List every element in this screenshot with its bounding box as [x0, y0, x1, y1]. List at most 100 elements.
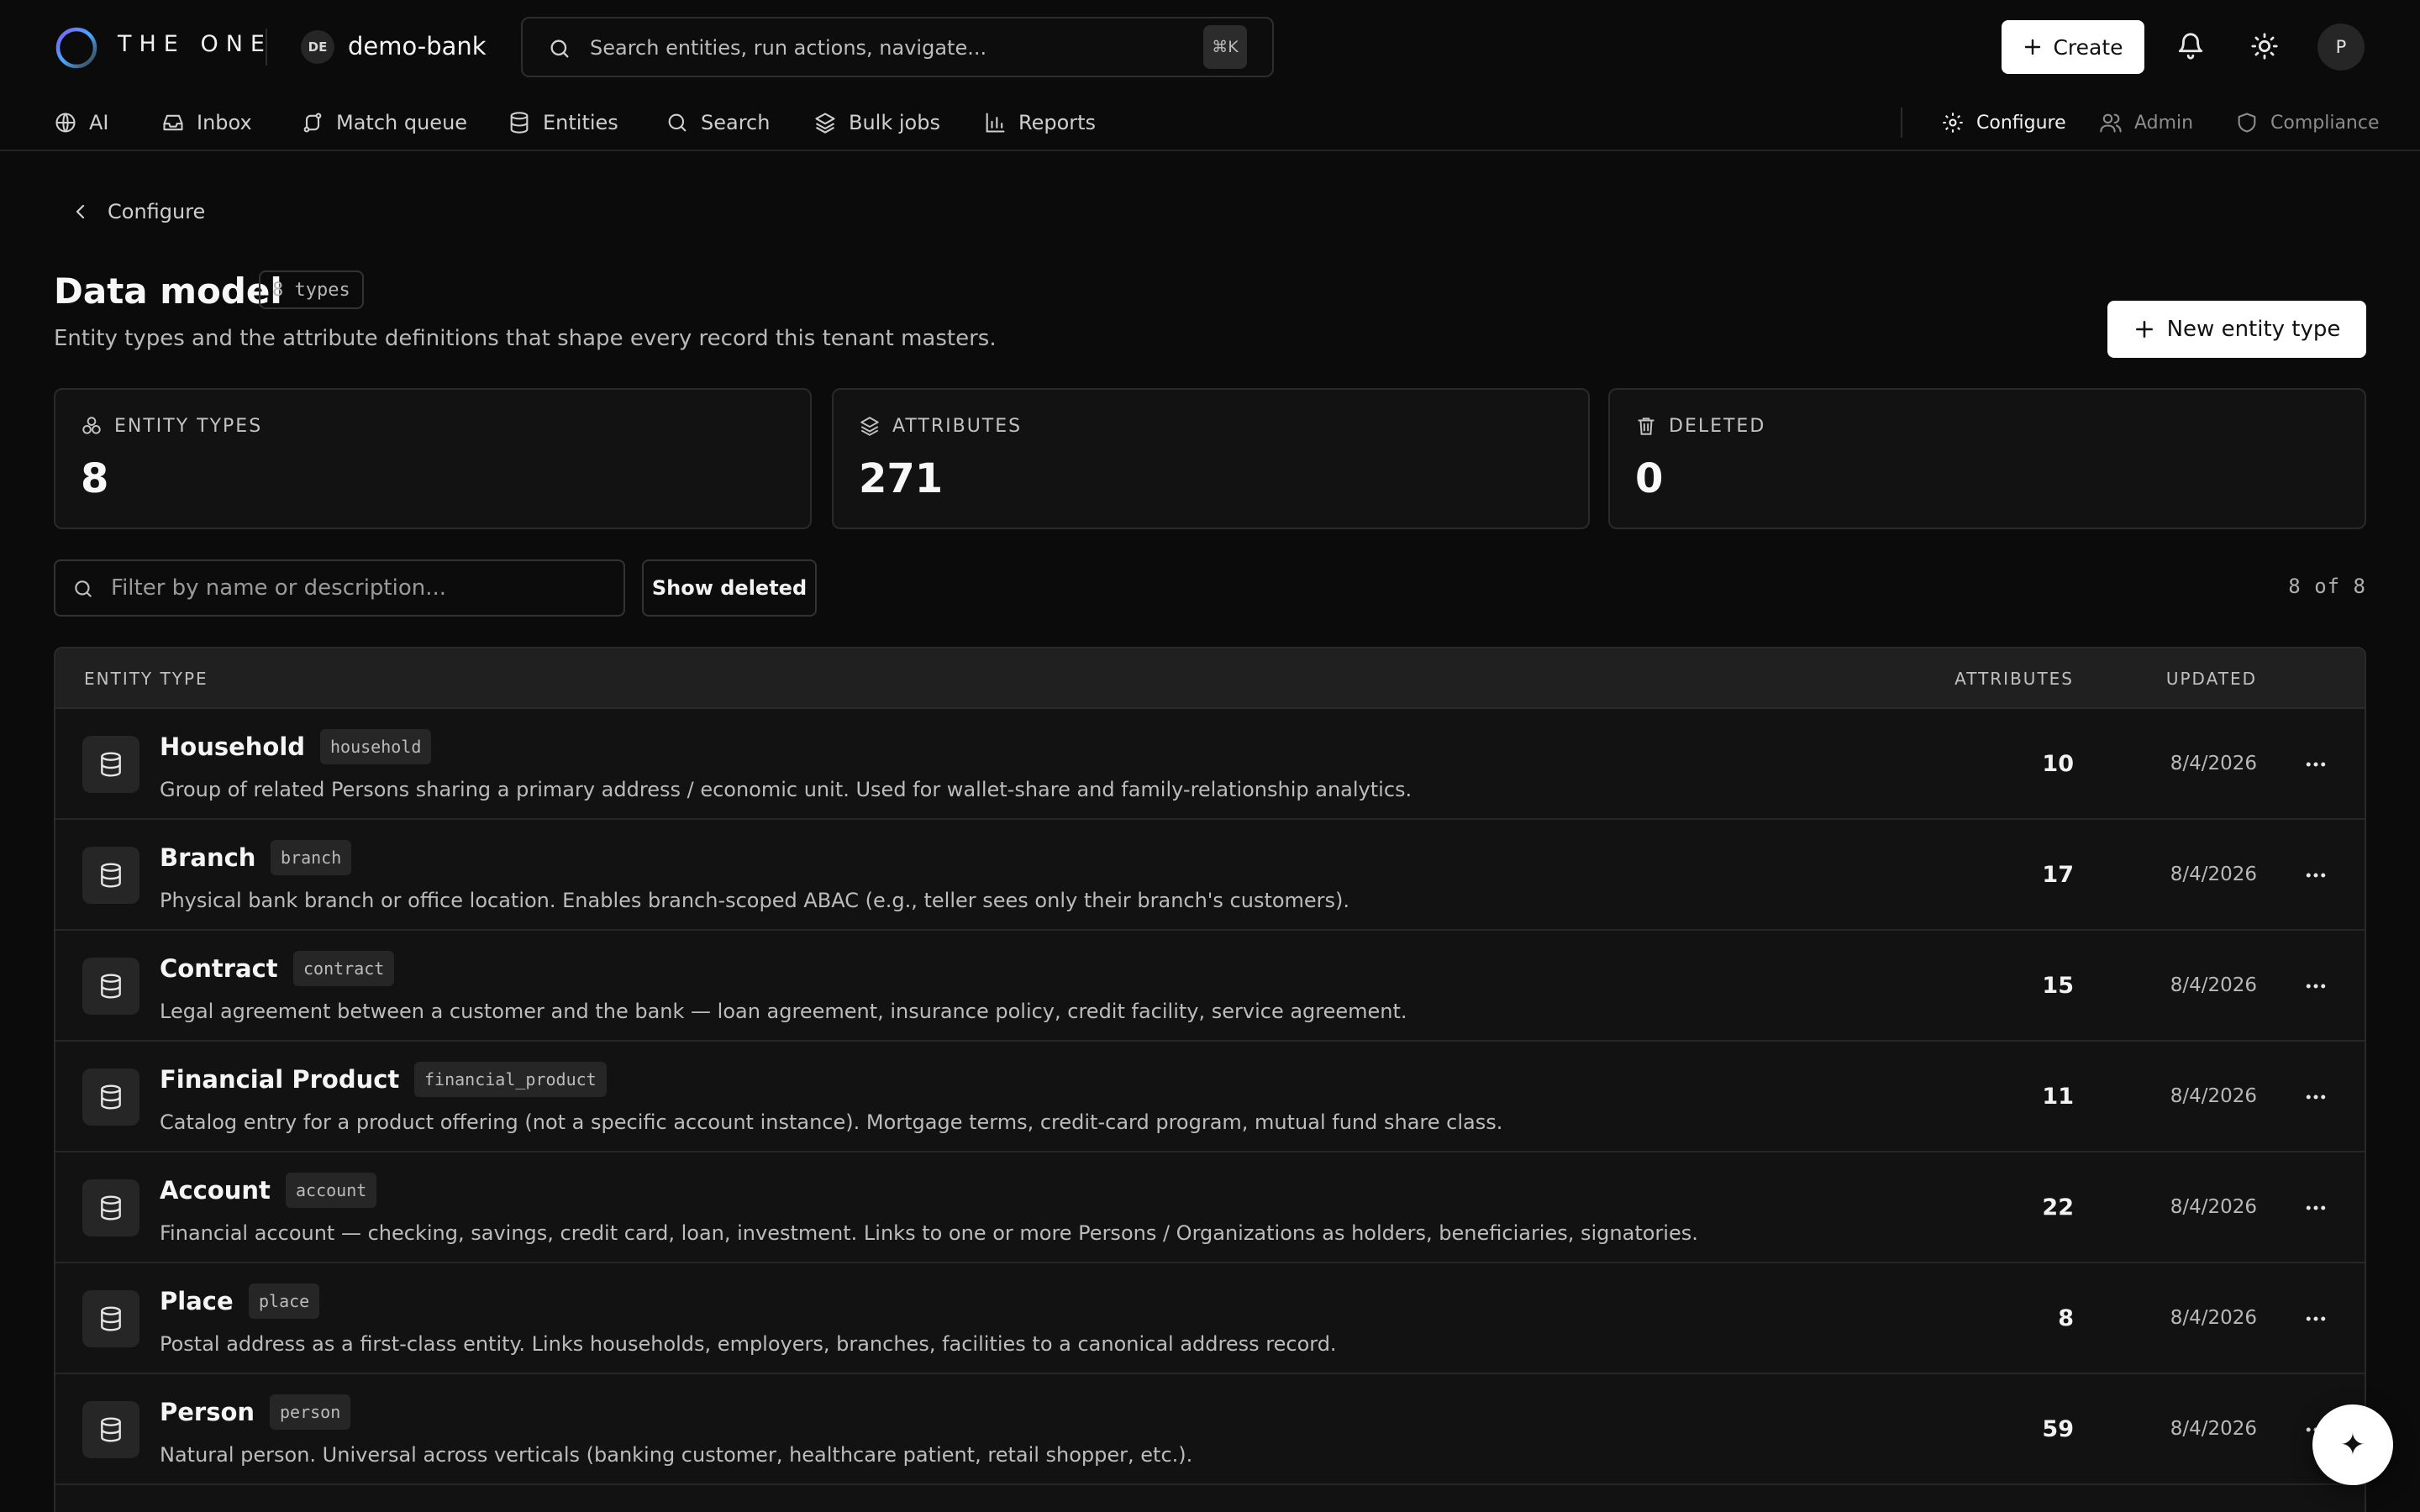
- nav-entities[interactable]: Entities: [508, 106, 618, 139]
- entity-type-description: Postal address as a first-class entity. …: [160, 1332, 1337, 1356]
- entity-type-name[interactable]: Branch: [160, 843, 255, 872]
- table-row[interactable]: Household household Group of related Per…: [55, 709, 2365, 820]
- more-actions-button[interactable]: [2299, 1191, 2333, 1225]
- create-button-label: Create: [2053, 34, 2123, 60]
- tenant-switcher[interactable]: demo-bank: [348, 32, 487, 60]
- table-row[interactable]: Place place Postal address as a first-cl…: [55, 1263, 2365, 1374]
- row-icon: [82, 1401, 139, 1458]
- nav-ai-label: AI: [89, 111, 109, 134]
- layers-icon: [860, 417, 879, 436]
- updated-date: 8/4/2026: [2170, 1307, 2257, 1329]
- column-header-attributes[interactable]: ATTRIBUTES: [1954, 669, 2074, 689]
- table-row[interactable]: Contract contract Legal agreement betwee…: [55, 931, 2365, 1042]
- entity-type-key: contract: [293, 951, 395, 986]
- attribute-count: 10: [2042, 751, 2074, 777]
- nav-reports-label: Reports: [1018, 111, 1097, 134]
- entity-type-description: Natural person. Universal across vertica…: [160, 1443, 1193, 1467]
- database-icon: [101, 1084, 121, 1110]
- keyboard-shortcut: ⌘K: [1203, 25, 1247, 69]
- more-actions-button[interactable]: [2299, 969, 2333, 1003]
- updated-date: 8/4/2026: [2170, 864, 2257, 885]
- stat-label: DELETED: [1635, 415, 1765, 437]
- page-subtitle: Entity types and the attribute definitio…: [54, 326, 997, 351]
- nav-compliance[interactable]: Compliance: [2235, 106, 2380, 139]
- chevron-left-icon: [76, 204, 85, 219]
- nav-configure-label: Configure: [1976, 112, 2066, 134]
- shield-icon: [2238, 113, 2256, 133]
- nav-admin[interactable]: Admin: [2099, 106, 2193, 139]
- nav-reports[interactable]: Reports: [983, 106, 1096, 139]
- nav-search-label: Search: [701, 111, 771, 134]
- entity-type-name[interactable]: Person: [160, 1398, 255, 1426]
- filter-input[interactable]: [111, 561, 615, 615]
- updated-date: 8/4/2026: [2170, 1085, 2257, 1107]
- nav-match-queue[interactable]: Match queue: [301, 106, 467, 139]
- row-icon: [82, 847, 139, 904]
- nav-bulk-jobs[interactable]: Bulk jobs: [813, 106, 940, 139]
- inbox-icon: [163, 114, 183, 131]
- attribute-count: 15: [2042, 973, 2074, 999]
- entity-type-name[interactable]: Contract: [160, 954, 278, 983]
- user-avatar[interactable]: P: [2317, 24, 2365, 71]
- type-count-badge: 8 types: [259, 270, 364, 309]
- more-actions-button[interactable]: [2299, 748, 2333, 781]
- new-entity-type-button[interactable]: New entity type: [2107, 301, 2366, 358]
- nav-inbox-label: Inbox: [197, 111, 252, 134]
- table-row[interactable]: Account account Financial account — chec…: [55, 1152, 2365, 1263]
- entity-type-name[interactable]: Household: [160, 732, 305, 761]
- top-bar: THE ONE DE demo-bank Search entities, ru…: [0, 0, 2420, 94]
- table-row[interactable]: Financial Product financial_product Cata…: [55, 1042, 2365, 1152]
- bell-icon[interactable]: [2176, 32, 2205, 60]
- more-actions-button[interactable]: [2299, 858, 2333, 892]
- gear-icon: [1943, 113, 1963, 133]
- nav-search[interactable]: Search: [666, 106, 770, 139]
- nav-configure[interactable]: Configure: [1941, 106, 2066, 139]
- tenant-avatar[interactable]: DE: [301, 30, 334, 64]
- route-icon: [303, 113, 322, 133]
- layers-icon: [815, 113, 835, 134]
- stat-label-text: ENTITY TYPES: [114, 415, 263, 437]
- database-icon: [510, 112, 529, 134]
- stat-label: ENTITY TYPES: [81, 415, 262, 437]
- row-icon: [82, 1179, 139, 1236]
- page-title: Data model: [54, 270, 282, 312]
- database-icon: [101, 1306, 121, 1331]
- create-button[interactable]: Create: [2002, 20, 2144, 74]
- divider: [1901, 108, 1902, 138]
- nav-ai[interactable]: AI: [54, 106, 109, 139]
- entity-types-table: ENTITY TYPE ATTRIBUTES UPDATED Household…: [54, 647, 2366, 1512]
- entity-type-description: Physical bank branch or office location.…: [160, 889, 1350, 912]
- more-actions-button[interactable]: [2299, 1302, 2333, 1336]
- ai-assistant-button[interactable]: ✦: [2312, 1404, 2393, 1485]
- filter-field[interactable]: [54, 559, 625, 617]
- search-icon: [668, 113, 687, 132]
- shapes-icon: [82, 417, 101, 434]
- column-header-entity-type[interactable]: ENTITY TYPE: [84, 669, 208, 689]
- entity-type-name[interactable]: Financial Product: [160, 1065, 399, 1094]
- database-icon: [101, 752, 121, 777]
- table-header: ENTITY TYPE ATTRIBUTES UPDATED: [55, 648, 2365, 709]
- plus-icon: [2135, 321, 2153, 338]
- entity-type-name[interactable]: Place: [160, 1287, 234, 1315]
- entity-type-name[interactable]: Account: [160, 1176, 271, 1205]
- nav-inbox[interactable]: Inbox: [161, 106, 252, 139]
- attribute-count: 11: [2042, 1084, 2074, 1110]
- global-search[interactable]: Search entities, run actions, navigate..…: [521, 17, 1274, 77]
- show-deleted-button[interactable]: Show deleted: [642, 559, 817, 617]
- breadcrumb[interactable]: Configure: [71, 200, 205, 223]
- globe-icon: [55, 113, 76, 133]
- entity-type-key: branch: [271, 840, 352, 875]
- column-header-updated[interactable]: UPDATED: [2166, 669, 2257, 689]
- bar-chart-icon: [986, 113, 1005, 133]
- entity-type-description: Catalog entry for a product offering (no…: [160, 1110, 1503, 1134]
- more-actions-button[interactable]: [2299, 1080, 2333, 1114]
- sun-icon[interactable]: [2250, 32, 2279, 60]
- database-icon: [101, 1417, 121, 1442]
- stat-label-text: DELETED: [1669, 415, 1766, 437]
- row-icon: [82, 1290, 139, 1347]
- table-row[interactable]: Branch branch Physical bank branch or of…: [55, 820, 2365, 931]
- table-row[interactable]: Person person Natural person. Universal …: [55, 1374, 2365, 1485]
- stat-value: 0: [1635, 455, 1664, 502]
- logo-icon[interactable]: [54, 25, 99, 71]
- entity-type-key: financial_product: [414, 1062, 607, 1097]
